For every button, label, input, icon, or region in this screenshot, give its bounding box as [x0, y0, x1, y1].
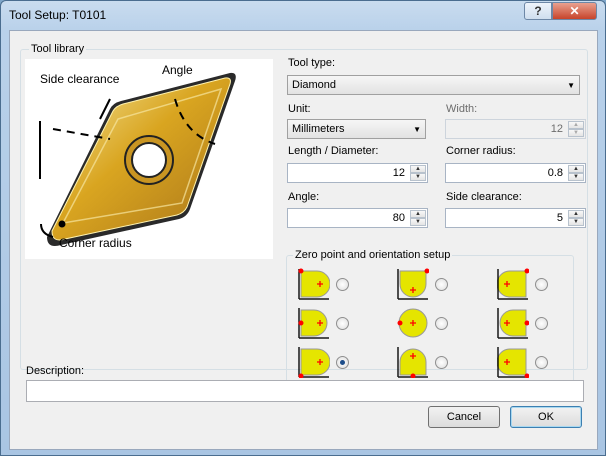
side-clearance-spinner[interactable]: 5 ▲ ▼: [445, 208, 586, 228]
zero-point-group: Zero point and orientation setup: [286, 249, 574, 387]
tool-library-group: Tool library Side clearance Angle Corner…: [20, 43, 588, 387]
zero-point-radio-6[interactable]: [535, 317, 548, 330]
ok-button[interactable]: OK: [510, 406, 582, 428]
tool-type-select[interactable]: Diamond ▼: [287, 75, 580, 95]
zero-point-tile-4: [298, 307, 330, 339]
spin-up-icon[interactable]: ▲: [568, 165, 584, 173]
corner-radius-value: 0.8: [547, 167, 563, 179]
spin-down-icon[interactable]: ▼: [410, 218, 426, 226]
zero-point-tile-7: [298, 346, 331, 379]
zero-point-radio-5[interactable]: [435, 317, 448, 330]
angle-spinner[interactable]: 80 ▲ ▼: [287, 208, 428, 228]
tool-setup-dialog: Tool Setup: T0101 ? ✕ Tool library Side …: [0, 0, 606, 456]
zero-point-tile-6: [497, 307, 530, 339]
description-input[interactable]: [26, 380, 584, 402]
zero-point-radio-2[interactable]: [435, 278, 448, 291]
tool-type-label: Tool type:: [288, 57, 336, 69]
zero-point-radio-4[interactable]: [336, 317, 349, 330]
corner-radius-caption: Corner radius: [59, 236, 132, 250]
help-button[interactable]: ?: [524, 2, 552, 20]
zero-point-radio-9[interactable]: [535, 356, 548, 369]
zero-point-radio-7[interactable]: [336, 356, 349, 369]
tool-picture: Side clearance Angle Corner radius: [25, 59, 273, 259]
spin-down-icon[interactable]: ▼: [568, 129, 584, 137]
length-spinner[interactable]: 12 ▲ ▼: [287, 163, 428, 183]
zero-point-tile-8: [397, 346, 429, 379]
corner-radius-label: Corner radius:: [446, 145, 516, 157]
spin-up-icon[interactable]: ▲: [568, 121, 584, 129]
diamond-insert-icon: Side clearance Angle Corner radius: [39, 63, 236, 250]
zero-point-radio-1[interactable]: [336, 278, 349, 291]
length-value: 12: [392, 167, 405, 179]
corner-radius-spinner[interactable]: 0.8 ▲ ▼: [445, 163, 586, 183]
chevron-down-icon: ▼: [413, 125, 421, 134]
side-clearance-value: 5: [556, 212, 563, 224]
side-clearance-label: Side clearance:: [446, 191, 522, 203]
spin-up-icon[interactable]: ▲: [410, 165, 426, 173]
help-icon: ?: [534, 4, 542, 18]
zero-point-tile-9: [496, 346, 530, 379]
spin-up-icon[interactable]: ▲: [410, 210, 426, 218]
length-label: Length / Diameter:: [288, 145, 379, 157]
zero-point-label: Zero point and orientation setup: [293, 249, 453, 261]
angle-caption: Angle: [162, 63, 193, 77]
width-label: Width:: [446, 103, 478, 115]
zero-point-radio-8[interactable]: [435, 356, 448, 369]
zero-point-tile-2: [397, 268, 430, 300]
tool-library-label: Tool library: [29, 43, 87, 55]
zero-point-radio-3[interactable]: [535, 278, 548, 291]
spin-down-icon[interactable]: ▼: [568, 218, 584, 226]
side-clearance-caption: Side clearance: [40, 72, 120, 86]
angle-label: Angle:: [288, 191, 320, 203]
chevron-down-icon: ▼: [567, 81, 575, 90]
spin-down-icon[interactable]: ▼: [410, 173, 426, 181]
unit-select[interactable]: Millimeters ▼: [287, 119, 426, 139]
window-title: Tool Setup: T0101: [9, 8, 107, 22]
cancel-button[interactable]: Cancel: [428, 406, 500, 428]
zero-point-tile-5: [397, 307, 429, 339]
dialog-body: Tool library Side clearance Angle Corner…: [9, 30, 598, 450]
unit-value: Millimeters: [292, 123, 345, 135]
width-value: 12: [550, 123, 563, 135]
zero-point-tile-1: [298, 268, 331, 300]
close-icon: ✕: [569, 4, 580, 18]
unit-label: Unit:: [288, 103, 311, 115]
angle-value: 80: [392, 212, 405, 224]
width-spinner[interactable]: 12 ▲ ▼: [445, 119, 586, 139]
spin-up-icon[interactable]: ▲: [568, 210, 584, 218]
close-button[interactable]: ✕: [552, 2, 597, 20]
spin-down-icon[interactable]: ▼: [568, 173, 584, 181]
description-label: Description:: [26, 365, 85, 377]
title-bar: Tool Setup: T0101 ? ✕: [1, 1, 605, 29]
zero-point-tile-3: [496, 268, 530, 300]
tool-type-value: Diamond: [292, 79, 337, 91]
